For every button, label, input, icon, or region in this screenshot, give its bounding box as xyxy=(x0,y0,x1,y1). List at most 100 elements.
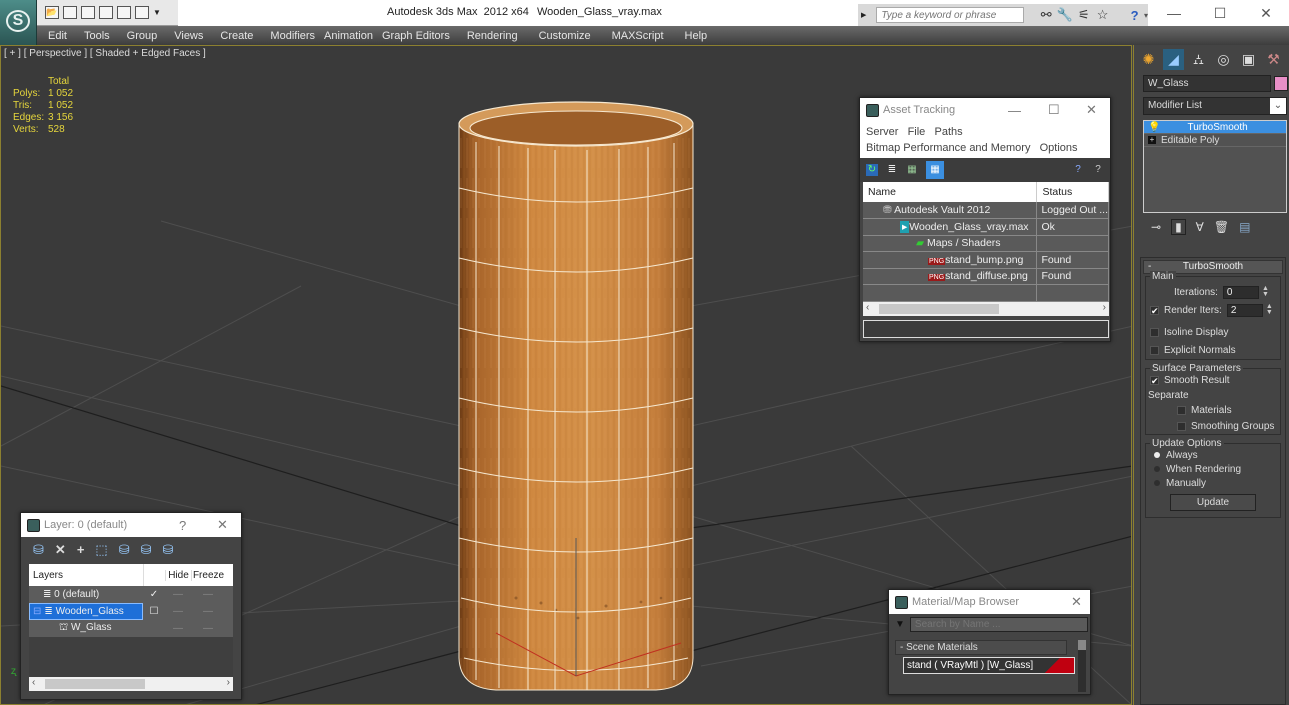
menu-graph-editors[interactable]: Graph Editors xyxy=(382,30,450,42)
open-icon[interactable]: 📂 xyxy=(45,6,59,19)
spinner-arrows-icon[interactable]: ▲ ▼ xyxy=(1265,303,1274,317)
layer-titlebar[interactable]: Layer: 0 (default) ? ✕ xyxy=(21,513,241,537)
asset-row[interactable]: ▰ Maps / Shaders xyxy=(863,235,1109,252)
satellite-icon[interactable]: ⚟ xyxy=(1074,7,1093,23)
vault-options-icon[interactable]: ? xyxy=(1092,164,1104,176)
layer-row[interactable]: ⊟ ≣ Wooden_Glass ☐ — — xyxy=(29,603,233,620)
menu-animation[interactable]: Animation xyxy=(324,30,373,42)
binoculars-icon[interactable]: ⚯ xyxy=(1037,7,1056,23)
minimize-button[interactable]: — xyxy=(1008,103,1021,118)
lightbulb-icon[interactable]: 💡 xyxy=(1148,121,1160,134)
list-view-icon[interactable]: ≣ xyxy=(886,164,898,176)
vault-help-icon[interactable]: ? xyxy=(1072,164,1084,176)
object-name-field[interactable] xyxy=(1143,75,1271,92)
column-header-name[interactable]: Name xyxy=(863,182,1038,202)
menu-options[interactable]: Options xyxy=(1040,142,1078,154)
motion-tab-icon[interactable]: ◎ xyxy=(1213,49,1234,70)
menu-modifiers[interactable]: Modifiers xyxy=(270,30,315,42)
radio-when-rendering[interactable] xyxy=(1154,466,1160,472)
wrench-icon[interactable]: 🔧 xyxy=(1056,7,1075,23)
smoothing-groups-checkbox[interactable] xyxy=(1177,421,1186,431)
menu-server[interactable]: Server xyxy=(866,126,898,138)
menu-customize[interactable]: Customize xyxy=(539,30,591,42)
column-header-current[interactable] xyxy=(143,564,165,586)
thumbnail-view-icon[interactable]: ▦ xyxy=(906,164,918,176)
stack-item-turbosmooth[interactable]: 💡 TurboSmooth xyxy=(1144,121,1286,134)
freeze-toggle[interactable]: — xyxy=(191,589,225,600)
isoline-checkbox[interactable] xyxy=(1150,327,1159,337)
menu-views[interactable]: Views xyxy=(174,30,203,42)
menu-file[interactable]: File xyxy=(908,126,926,138)
object-color-swatch[interactable] xyxy=(1274,76,1288,91)
delete-layer-icon[interactable]: ✕ xyxy=(55,542,66,558)
horizontal-scrollbar[interactable]: ‹ › xyxy=(863,301,1109,316)
hide-toggle[interactable]: — xyxy=(165,606,191,617)
current-layer-check-icon[interactable]: ✓ xyxy=(143,589,165,600)
star-icon[interactable]: ☆ xyxy=(1093,7,1112,23)
render-iters-checkbox[interactable]: ✔ xyxy=(1150,305,1159,315)
remove-modifier-icon[interactable]: 🗑 xyxy=(1214,220,1229,234)
explicit-normals-checkbox[interactable] xyxy=(1150,345,1159,355)
display-tab-icon[interactable]: ▣ xyxy=(1238,49,1259,70)
material-item[interactable]: stand ( VRayMtl ) [W_Glass] xyxy=(903,657,1075,674)
column-header-freeze[interactable]: Freeze xyxy=(191,569,225,581)
minimize-button[interactable]: — xyxy=(1151,0,1197,26)
new-icon[interactable] xyxy=(81,6,95,19)
vertical-scrollbar[interactable] xyxy=(1078,640,1086,692)
menu-tools[interactable]: Tools xyxy=(84,30,110,42)
scroll-thumb[interactable] xyxy=(1078,640,1086,650)
help-icon[interactable]: ? xyxy=(1125,8,1144,23)
close-button[interactable]: ✕ xyxy=(1086,102,1097,118)
scroll-left-icon[interactable]: ‹ xyxy=(866,302,869,313)
highlight-layer-icon[interactable]: ⛁ xyxy=(119,542,130,558)
help-dropdown-icon[interactable]: ▾ xyxy=(1144,11,1148,20)
create-tab-icon[interactable]: ✺ xyxy=(1138,49,1159,70)
update-button[interactable]: Update xyxy=(1170,494,1256,511)
hide-toggle[interactable]: — xyxy=(165,589,191,600)
menu-help[interactable]: Help xyxy=(685,30,708,42)
hold-icon[interactable] xyxy=(99,6,113,19)
stack-item-editable-poly[interactable]: + Editable Poly xyxy=(1144,134,1286,147)
radio-always[interactable] xyxy=(1154,452,1160,458)
select-objects-icon[interactable]: ⬚ xyxy=(95,542,107,558)
redo-icon[interactable] xyxy=(135,6,149,19)
render-iters-spinner[interactable]: 2 xyxy=(1226,303,1263,317)
freeze-toggle[interactable]: — xyxy=(191,623,225,634)
scene-materials-group[interactable]: - Scene Materials xyxy=(895,640,1067,655)
help-button[interactable]: ? xyxy=(179,518,186,533)
menu-bitmap-performance[interactable]: Bitmap Performance and Memory xyxy=(866,142,1030,154)
column-header-status[interactable]: Status xyxy=(1036,182,1109,202)
wooden-glass-model[interactable] xyxy=(456,98,696,694)
expand-plus-icon[interactable]: + xyxy=(1148,136,1156,144)
menu-rendering[interactable]: Rendering xyxy=(467,30,518,42)
show-end-result-icon[interactable]: ▮ xyxy=(1171,219,1186,235)
freeze-toggle[interactable]: — xyxy=(191,606,225,617)
hierarchy-tab-icon[interactable]: ⛼ xyxy=(1188,49,1209,70)
keyword-search-input[interactable] xyxy=(876,7,1024,23)
layer-row[interactable]: ⛫ W_Glass — — xyxy=(29,620,233,637)
maximize-button[interactable]: ☐ xyxy=(1197,0,1243,26)
current-layer-toggle[interactable]: ☐ xyxy=(143,606,165,617)
dropdown-icon[interactable]: ▼ xyxy=(153,8,161,17)
materials-checkbox[interactable] xyxy=(1177,406,1186,415)
refresh-icon[interactable]: ↻ xyxy=(866,164,878,176)
radio-manually[interactable] xyxy=(1154,480,1160,486)
configure-sets-icon[interactable]: ▤ xyxy=(1239,220,1250,234)
material-browser-titlebar[interactable]: Material/Map Browser ✕ xyxy=(889,590,1090,614)
material-search-input[interactable] xyxy=(909,616,1088,632)
horizontal-scrollbar[interactable]: ‹ › xyxy=(29,677,233,691)
viewport-label[interactable]: [ + ] [ Perspective ] [ Shaded + Edged F… xyxy=(4,48,206,59)
scroll-left-icon[interactable]: ‹ xyxy=(32,677,35,688)
expand-icon[interactable]: ▶ xyxy=(861,11,866,19)
menu-create[interactable]: Create xyxy=(220,30,253,42)
utilities-tab-icon[interactable]: ⚒ xyxy=(1263,49,1284,70)
asset-row[interactable]: ▸ Wooden_Glass_vray.max Ok xyxy=(863,218,1109,236)
hide-all-icon[interactable]: ⛁ xyxy=(141,542,152,558)
close-button[interactable]: ✕ xyxy=(1243,0,1289,26)
pin-stack-icon[interactable]: ⊸ xyxy=(1151,220,1161,234)
app-logo-button[interactable]: S xyxy=(0,0,37,45)
close-button[interactable]: ✕ xyxy=(217,517,228,533)
undo-icon[interactable] xyxy=(117,6,131,19)
menu-group[interactable]: Group xyxy=(127,30,158,42)
menu-maxscript[interactable]: MAXScript xyxy=(612,30,664,42)
